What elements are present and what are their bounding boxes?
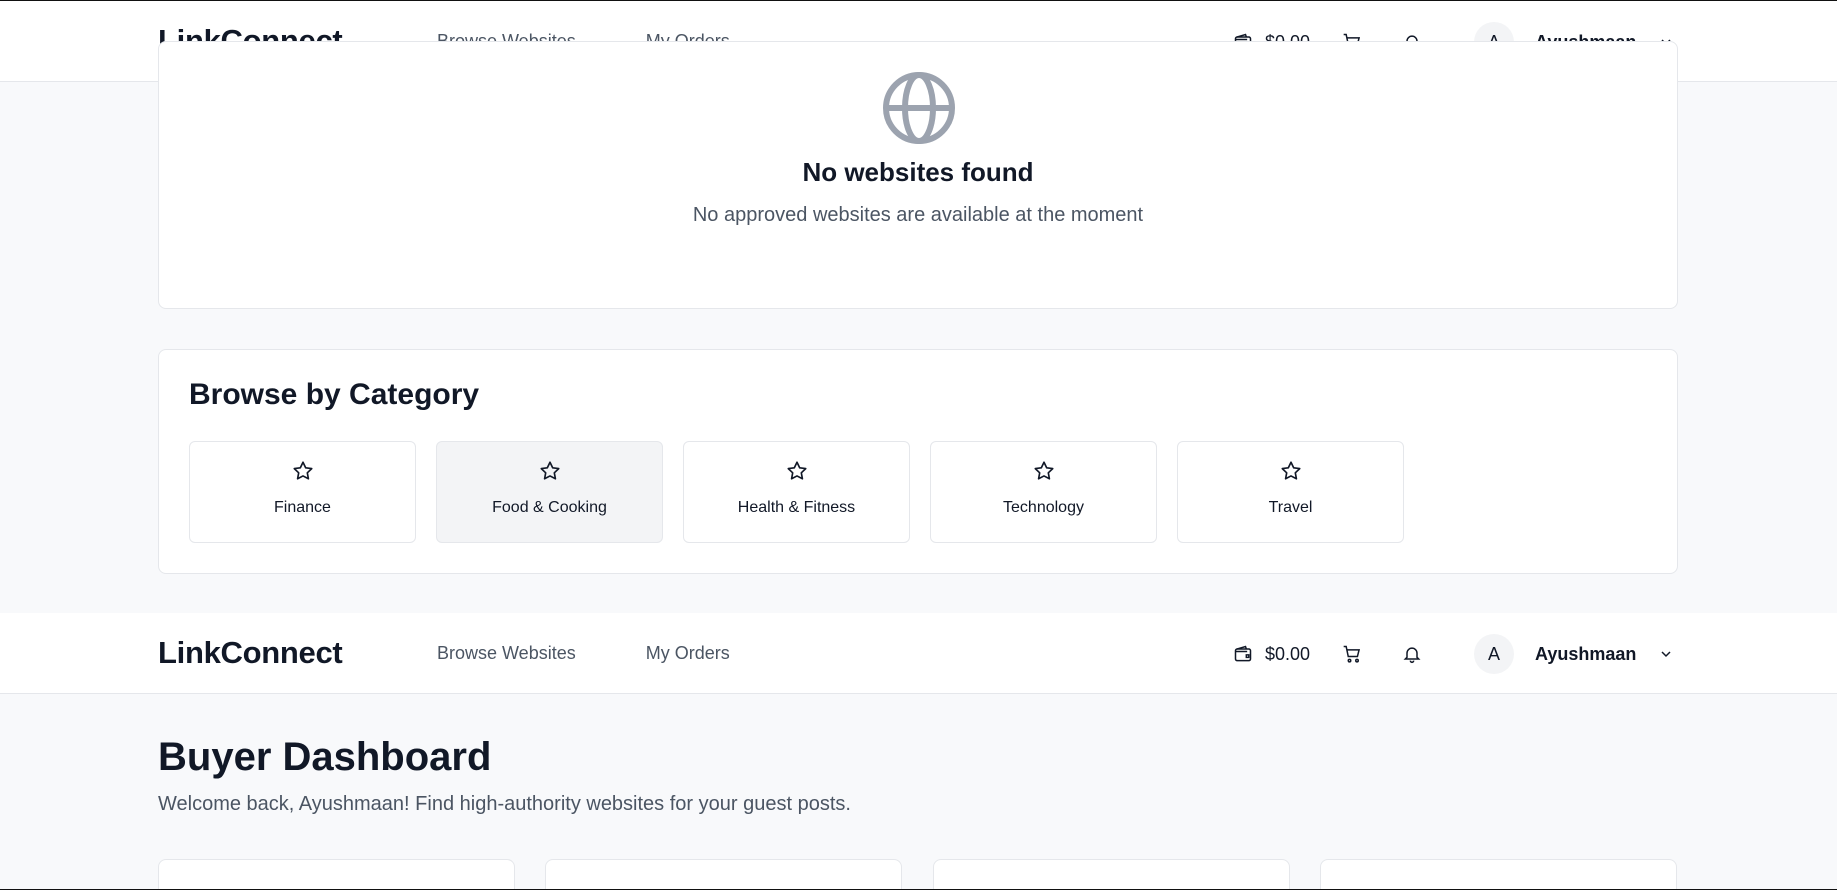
category-label: Finance (274, 499, 331, 516)
category-label: Health & Fitness (737, 499, 856, 516)
globe-icon (881, 70, 957, 151)
star-icon (539, 460, 561, 487)
categories-title: Browse by Category (189, 378, 480, 411)
stat-card (933, 859, 1290, 889)
star-icon (1280, 460, 1302, 487)
wallet-balance[interactable]: $0.00 (1231, 642, 1310, 666)
page-subtitle: Welcome back, Ayushmaan! Find high-autho… (158, 793, 851, 815)
empty-subtitle: No approved websites are available at th… (692, 204, 1144, 226)
category-travel[interactable]: Travel (1177, 441, 1404, 543)
chevron-down-icon[interactable] (1654, 642, 1678, 666)
page: LinkConnect Browse Websites My Orders $0… (0, 0, 1837, 890)
header-actions: $0.00 A Ayushmaan (1231, 633, 1678, 675)
nav-my-orders[interactable]: My Orders (646, 643, 730, 664)
category-finance[interactable]: Finance (189, 441, 416, 543)
wallet-amount: $0.00 (1265, 643, 1311, 664)
wallet-icon (1231, 642, 1255, 666)
main-nav: Browse Websites My Orders (437, 643, 730, 664)
username[interactable]: Ayushmaan (1535, 644, 1636, 665)
star-icon (1033, 460, 1055, 487)
bell-icon[interactable] (1400, 642, 1424, 666)
category-label: Food & Cooking (492, 499, 607, 516)
page-title: Buyer Dashboard (158, 735, 492, 779)
empty-state-card: No websites found No approved websites a… (158, 41, 1678, 309)
star-icon (786, 460, 808, 487)
star-icon (292, 460, 314, 487)
cart-icon[interactable] (1340, 642, 1364, 666)
stat-card (1320, 859, 1677, 889)
logo[interactable]: LinkConnect (158, 635, 343, 671)
stat-card (158, 859, 515, 889)
page-header: LinkConnect Browse Websites My Orders $0… (0, 613, 1837, 694)
category-technology[interactable]: Technology (930, 441, 1157, 543)
category-health-fitness[interactable]: Health & Fitness (683, 441, 910, 543)
avatar[interactable]: A (1474, 634, 1515, 674)
nav-browse-websites[interactable]: Browse Websites (437, 643, 576, 664)
categories-card: Browse by Category Finance Food & Cookin… (158, 349, 1678, 574)
category-label: Travel (1268, 499, 1313, 516)
category-food-cooking[interactable]: Food & Cooking (436, 441, 663, 543)
empty-title: No websites found (802, 157, 1034, 187)
category-label: Technology (1003, 499, 1084, 516)
stat-card (545, 859, 902, 889)
